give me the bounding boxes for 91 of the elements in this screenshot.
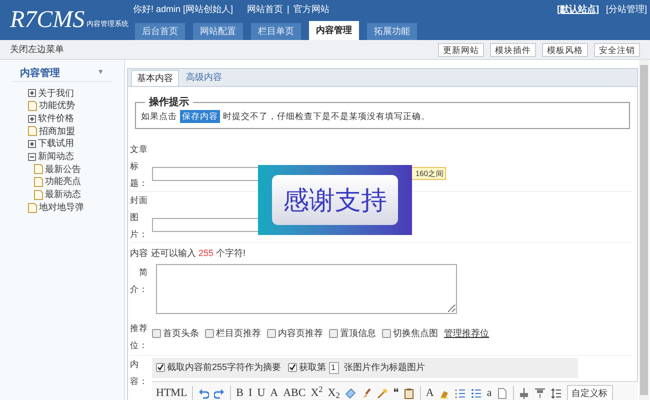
tree-item[interactable]: 新闻动态: [38, 150, 74, 164]
toolbar-button[interactable]: 模板风格: [542, 42, 588, 56]
header-link[interactable]: 网站首页: [247, 3, 283, 17]
checkbox-label: 切换焦点图: [393, 327, 438, 340]
site-link[interactable]: [分站管理]: [606, 3, 647, 17]
checkbox[interactable]: [329, 329, 338, 338]
checkbox[interactable]: [382, 329, 391, 338]
nav-tab[interactable]: 后台首页: [135, 23, 185, 40]
tree-item[interactable]: 招商加盟: [39, 124, 75, 138]
sidebar-title: 内容管理: [20, 66, 60, 81]
toolbar-glyph[interactable]: A: [426, 388, 434, 399]
checkbox-label: 栏目页推荐: [216, 327, 261, 340]
redo-icon[interactable]: [214, 388, 226, 399]
wand-icon[interactable]: [376, 388, 388, 399]
toolbar-glyph[interactable]: HTML: [156, 388, 188, 399]
document-icon: [28, 202, 37, 213]
blank-page-icon[interactable]: [496, 388, 508, 399]
manage-link[interactable]: 管理推荐位: [444, 327, 489, 340]
content-tab[interactable]: 高级内容: [181, 70, 227, 86]
site-link[interactable]: [默认站点]: [556, 3, 599, 17]
field-label: 封面图片：: [130, 194, 149, 241]
field-label: 内容：: [130, 358, 149, 388]
toolbar-glyph[interactable]: X$_{2}$: [328, 388, 340, 399]
tip-title: 操作提示: [148, 96, 190, 110]
toolbar-glyph[interactable]: ❝: [392, 388, 399, 399]
document-icon: [34, 190, 43, 200]
logo: R7CMS: [10, 8, 85, 32]
vertical-align-icon[interactable]: [534, 388, 546, 399]
nav-tab[interactable]: 拓展功能: [367, 23, 417, 40]
document-icon: [34, 164, 43, 174]
align-icon[interactable]: [518, 388, 530, 399]
document-icon: [34, 177, 43, 188]
toolbar-glyph[interactable]: X$^{2}$: [310, 388, 323, 399]
brush-icon[interactable]: [360, 388, 372, 399]
heading-select[interactable]: 自定义标: [566, 385, 613, 400]
bullet-list-icon[interactable]: [470, 388, 482, 399]
checkbox[interactable]: [205, 329, 214, 338]
checkbox-label: 截取内容前255字符作为摘要: [167, 361, 282, 374]
tree-item[interactable]: 下载试用: [38, 137, 74, 151]
char-count-hint: 还可以输入 255 个字符!: [151, 247, 246, 260]
checkbox-label: 内容页推荐: [278, 327, 323, 340]
nav-tab[interactable]: 栏目单页: [251, 23, 301, 40]
document-icon: [28, 126, 37, 136]
tree-item[interactable]: 最新公告: [45, 162, 81, 176]
toolbar-glyph[interactable]: A: [270, 388, 278, 399]
summary-textarea[interactable]: [156, 264, 457, 314]
save-hint-label: 保存内容: [180, 110, 220, 123]
tree-item[interactable]: 功能优势: [39, 99, 75, 113]
checkbox-label: 首页头条: [163, 327, 199, 340]
option-text: 张图片作为标题图片: [344, 361, 426, 374]
content-tab[interactable]: 基本内容: [131, 70, 179, 86]
eraser-icon[interactable]: [344, 388, 356, 399]
field-label: 文章标题：: [130, 142, 149, 190]
field-label: 内容: [130, 247, 148, 260]
toolbar-button[interactable]: 更新网站: [438, 42, 484, 56]
field-label: 推荐位：: [130, 322, 149, 352]
header-link[interactable]: 官方网站: [293, 3, 330, 17]
tip-text: 时提交不了，仔细检查下是不是某项没有填写正确。: [223, 110, 430, 123]
checkbox-label: 获取第: [299, 361, 326, 374]
checkbox-label: 置顶信息: [340, 327, 376, 340]
toolbar-button[interactable]: 安全注销: [594, 42, 640, 56]
checkbox[interactable]: [152, 329, 161, 338]
checked-checkbox[interactable]: [288, 363, 298, 372]
greeting-text: 你好! admin [网站创始人]: [133, 3, 234, 16]
undo-icon[interactable]: [198, 388, 210, 399]
document-icon: [28, 101, 37, 112]
toggle-menu-link[interactable]: 关闭左边菜单: [10, 42, 64, 56]
tree-item[interactable]: 软件价格: [38, 112, 74, 126]
toolbar-glyph[interactable]: B: [236, 388, 244, 399]
toolbar-glyph[interactable]: a: [486, 388, 492, 399]
tree-item[interactable]: 关于我们: [38, 86, 74, 100]
nav-tab[interactable]: 内容管理: [309, 21, 359, 40]
tree-item[interactable]: 功能亮点: [45, 175, 81, 189]
image-index-input[interactable]: 1: [329, 362, 340, 374]
toolbar-glyph[interactable]: I: [248, 388, 252, 399]
checked-checkbox[interactable]: [156, 363, 165, 372]
scrollbar-thumb[interactable]: [640, 65, 648, 395]
toolbar-button[interactable]: 模块插件: [490, 42, 536, 56]
checkbox[interactable]: [267, 329, 276, 338]
toolbar-glyph[interactable]: U: [257, 388, 266, 399]
tip-text: 如果点击: [141, 110, 177, 123]
numbered-list-icon[interactable]: [454, 388, 466, 399]
tree-item[interactable]: 地对地导弹: [39, 200, 84, 214]
line-height-icon[interactable]: [550, 388, 562, 399]
header-link[interactable]: |: [287, 3, 290, 17]
tree-item[interactable]: 最新动态: [45, 188, 81, 202]
toolbar-glyph[interactable]: ABC: [283, 388, 306, 399]
clipboard-icon[interactable]: [404, 388, 415, 399]
field-label: 简介：: [130, 266, 148, 296]
nav-tab[interactable]: 网站配置: [193, 23, 243, 40]
thanks-message: 感谢支持: [272, 175, 398, 225]
